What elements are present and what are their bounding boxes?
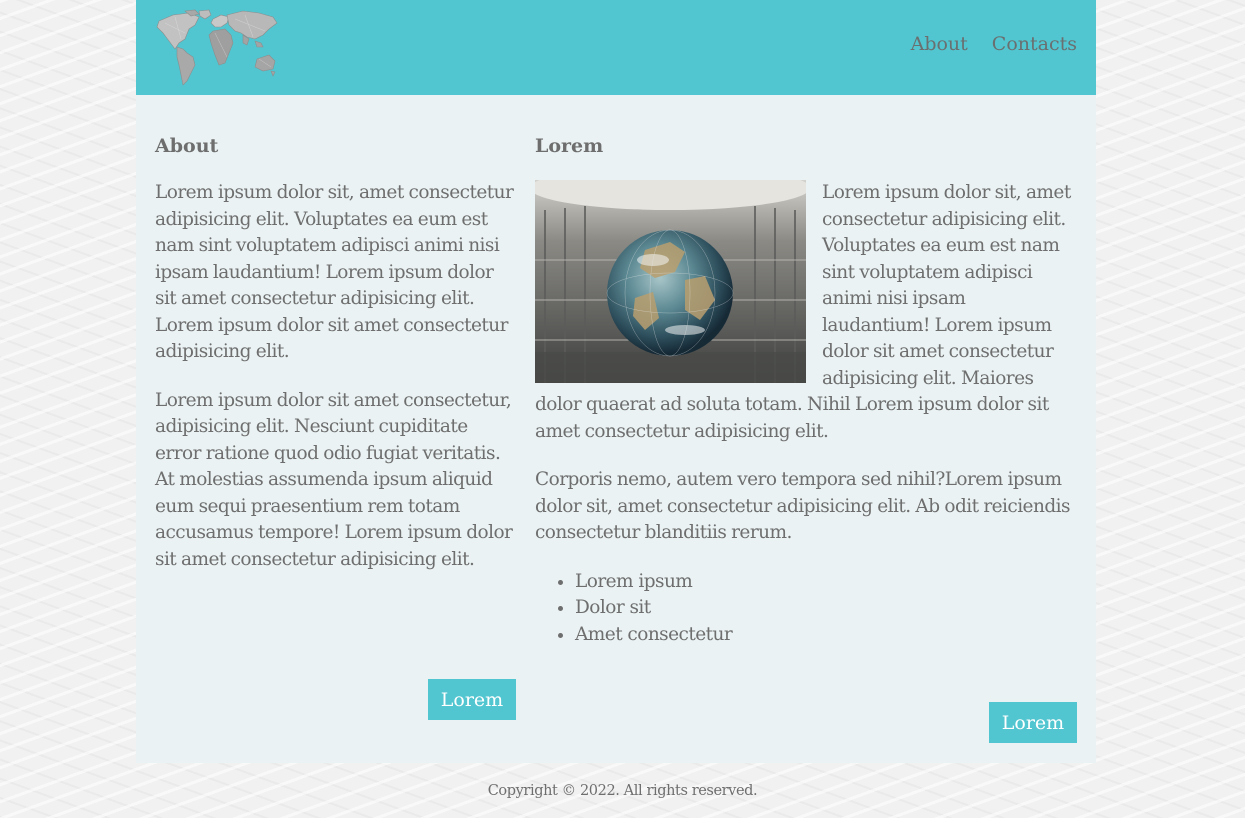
lorem-list: Lorem ipsum Dolor sit Amet consectetur [535, 569, 1078, 649]
about-paragraph: Lorem ipsum dolor sit amet consectetur, … [155, 389, 513, 570]
nav-link-about[interactable]: About [911, 33, 968, 55]
nav-link-contacts[interactable]: Contacts [992, 33, 1077, 55]
list-item: Dolor sit [575, 595, 1078, 622]
list-item: Amet consectetur [575, 622, 1078, 649]
globe-photo [535, 180, 806, 383]
world-map-icon[interactable] [155, 9, 279, 87]
main-nav: About Contacts [911, 33, 1077, 55]
lorem-section: Lorem Lorem ipsum dolor sit, amet consec… [535, 128, 1078, 670]
about-lorem-button[interactable]: Lorem [428, 679, 516, 720]
site-header: About Contacts [136, 0, 1096, 95]
about-paragraph: Lorem ipsum dolor sit, amet consectetur … [155, 182, 514, 362]
lorem-button[interactable]: Lorem [989, 702, 1077, 743]
lorem-paragraph: Corporis nemo, autem vero tempora sed ni… [535, 469, 1070, 543]
about-title: About [155, 135, 219, 157]
about-section: About Lorem ipsum dolor sit, amet consec… [155, 128, 516, 595]
lorem-title: Lorem [535, 135, 604, 157]
footer-copyright: Copyright © 2022. All rights reserved. [487, 783, 758, 799]
page-container: About Contacts About Lorem ipsum dolor s… [136, 0, 1096, 763]
list-item: Lorem ipsum [575, 569, 1078, 596]
